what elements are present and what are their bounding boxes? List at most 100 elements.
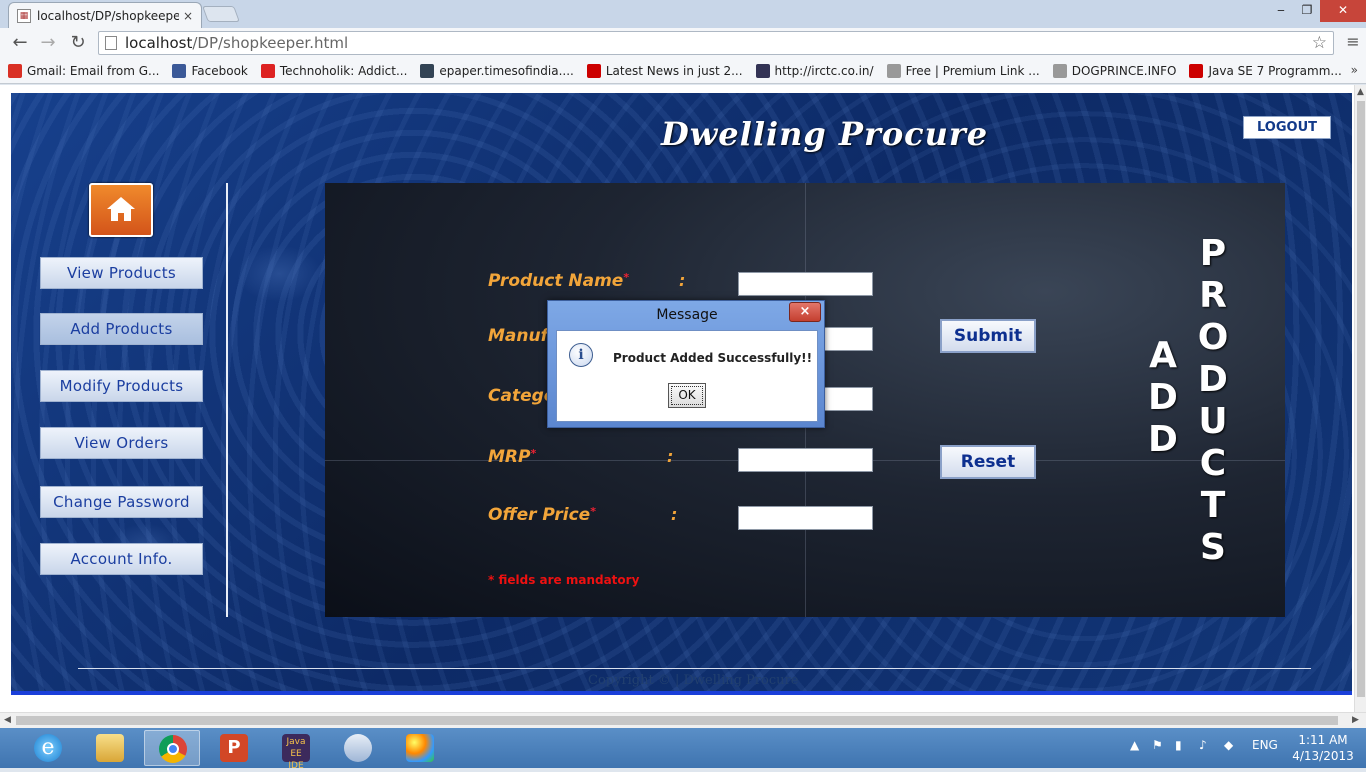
- horizontal-scrollbar[interactable]: ◀ ▶: [0, 712, 1366, 728]
- technoholik-icon: [260, 63, 275, 78]
- windows-taskbar: e P Java EE IDE ▲ ⚑ ▮ ♪ ◆ ENG 1:11 AM 4/1…: [0, 728, 1366, 771]
- taskbar-paint[interactable]: [392, 730, 448, 766]
- bookmark-star-icon[interactable]: ☆: [1312, 33, 1327, 53]
- file-explorer-icon: [96, 734, 124, 762]
- dropbox-icon[interactable]: ◆: [1224, 738, 1233, 752]
- horizontal-scroll-thumb[interactable]: [16, 716, 1338, 725]
- taskbar-chrome[interactable]: [144, 730, 200, 766]
- irctc-icon: [755, 63, 770, 78]
- chrome-icon: [159, 735, 187, 763]
- bookmark-item[interactable]: Technoholik: Addict...: [260, 63, 407, 78]
- vertical-scroll-thumb[interactable]: [1357, 101, 1365, 697]
- vertical-letter: C: [1199, 443, 1227, 484]
- field-colon: :: [671, 505, 678, 524]
- reset-button[interactable]: Reset: [940, 445, 1036, 479]
- tab-close-icon[interactable]: ×: [183, 9, 193, 23]
- vertical-scrollbar[interactable]: ▲: [1354, 85, 1366, 712]
- volume-icon[interactable]: ♪: [1199, 738, 1207, 752]
- scroll-left-icon[interactable]: ◀: [4, 715, 11, 725]
- bookmark-label: Latest News in just 2...: [605, 63, 743, 78]
- sidebar-item-modify-products[interactable]: Modify Products: [40, 370, 203, 402]
- url-host: localhost: [125, 34, 193, 52]
- products-vertical-text: PRODUCTS: [1193, 233, 1233, 569]
- sidebar-item-account-info[interactable]: Account Info.: [40, 543, 203, 575]
- dialog-message: Product Added Successfully!!: [613, 351, 813, 365]
- submit-button[interactable]: Submit: [940, 319, 1036, 353]
- field-input[interactable]: [738, 506, 873, 530]
- add-vertical-text: ADD: [1143, 335, 1183, 461]
- vertical-letter: D: [1198, 359, 1228, 400]
- logout-button[interactable]: LOGOUT: [1243, 116, 1331, 139]
- bookmark-label: Facebook: [191, 63, 248, 78]
- browser-menu-icon[interactable]: ≡: [1344, 32, 1362, 54]
- page-icon: [105, 36, 117, 50]
- clock-date: 4/13/2013: [1292, 749, 1354, 763]
- oracle-icon: [1189, 63, 1204, 78]
- window-close-icon[interactable]: ✕: [1320, 0, 1366, 22]
- page-icon: [1052, 63, 1067, 78]
- bookmark-item[interactable]: Java SE 7 Programm...: [1189, 63, 1342, 78]
- sidebar-item-view-orders[interactable]: View Orders: [40, 427, 203, 459]
- new-tab-button[interactable]: [202, 6, 240, 22]
- required-marker: *: [590, 505, 596, 518]
- tab-favicon-icon: ▦: [17, 8, 31, 23]
- bookmarks-overflow-icon[interactable]: »: [1351, 63, 1358, 77]
- browser-toolbar: ← → ↻ localhost /DP/shopkeeper.html ☆ ≡: [0, 28, 1366, 58]
- page-icon: [886, 63, 901, 78]
- taskbar-installer[interactable]: [330, 730, 386, 766]
- taskbar-file-explorer[interactable]: [82, 730, 138, 766]
- network-icon[interactable]: ▮: [1175, 738, 1182, 752]
- bookmarks-bar: Gmail: Email from G... Facebook Technoholi…: [0, 58, 1366, 84]
- bookmark-label: Java SE 7 Programm...: [1208, 63, 1342, 78]
- field-input[interactable]: [738, 448, 873, 472]
- required-marker: *: [530, 447, 537, 460]
- field-label-text: Product Name: [488, 271, 624, 291]
- taskbar-java-ee-ide[interactable]: Java EE IDE: [268, 730, 324, 771]
- restore-icon[interactable]: ❐: [1292, 0, 1322, 22]
- bookmark-item[interactable]: Gmail: Email from G...: [8, 63, 159, 78]
- scroll-up-icon[interactable]: ▲: [1357, 87, 1364, 97]
- footer-bar: [11, 691, 1352, 695]
- dialog-close-button[interactable]: ×: [789, 302, 821, 322]
- bookmark-item[interactable]: DOGPRINCE.INFO: [1052, 63, 1177, 78]
- field-colon: :: [667, 447, 674, 466]
- powerpoint-icon: P: [220, 734, 248, 762]
- vertical-letter: S: [1200, 527, 1226, 568]
- sidebar-item-view-products[interactable]: View Products: [40, 257, 203, 289]
- epaper-icon: [420, 63, 435, 78]
- browser-tab[interactable]: ▦ localhost/DP/shopkeeper. ×: [8, 2, 202, 28]
- bookmark-item[interactable]: Latest News in just 2...: [586, 63, 743, 78]
- home-button[interactable]: [89, 183, 153, 237]
- sidebar-item-change-password[interactable]: Change Password: [40, 486, 203, 518]
- bookmark-item[interactable]: Facebook: [172, 63, 248, 78]
- footer-divider: [78, 668, 1311, 669]
- input-language[interactable]: ENG: [1252, 738, 1278, 752]
- sidebar-item-add-products[interactable]: Add Products: [40, 313, 203, 345]
- show-hidden-icons[interactable]: ▲: [1130, 738, 1139, 752]
- taskbar-powerpoint[interactable]: P: [206, 730, 262, 766]
- bookmark-label: DOGPRINCE.INFO: [1071, 63, 1177, 78]
- taskbar-internet-explorer[interactable]: e: [20, 730, 76, 766]
- action-center-icon[interactable]: ⚑: [1152, 738, 1163, 752]
- back-icon[interactable]: ←: [8, 32, 32, 54]
- vertical-letter: D: [1148, 419, 1178, 460]
- bookmark-item[interactable]: http://irctc.co.in/: [755, 63, 874, 78]
- tab-title: localhost/DP/shopkeeper.: [37, 8, 179, 23]
- bookmark-label: Free | Premium Link ...: [905, 63, 1040, 78]
- ok-button[interactable]: OK: [668, 383, 706, 408]
- vertical-letter: D: [1148, 377, 1178, 418]
- field-input[interactable]: [738, 272, 873, 296]
- vertical-letter: R: [1199, 275, 1227, 316]
- vertical-letter: P: [1199, 233, 1227, 274]
- reload-icon[interactable]: ↻: [66, 32, 90, 54]
- internet-explorer-icon: e: [34, 734, 62, 762]
- forward-icon[interactable]: →: [36, 32, 60, 54]
- facebook-icon: [172, 63, 187, 78]
- bookmark-item[interactable]: Free | Premium Link ...: [886, 63, 1040, 78]
- scroll-right-icon[interactable]: ▶: [1352, 715, 1359, 725]
- address-bar[interactable]: localhost /DP/shopkeeper.html ☆: [98, 31, 1334, 55]
- taskbar-clock[interactable]: 1:11 AM 4/13/2013: [1285, 732, 1361, 764]
- sidebar-divider: [226, 183, 228, 617]
- site-title: Dwelling Procure: [661, 115, 989, 153]
- bookmark-item[interactable]: epaper.timesofindia....: [420, 63, 574, 78]
